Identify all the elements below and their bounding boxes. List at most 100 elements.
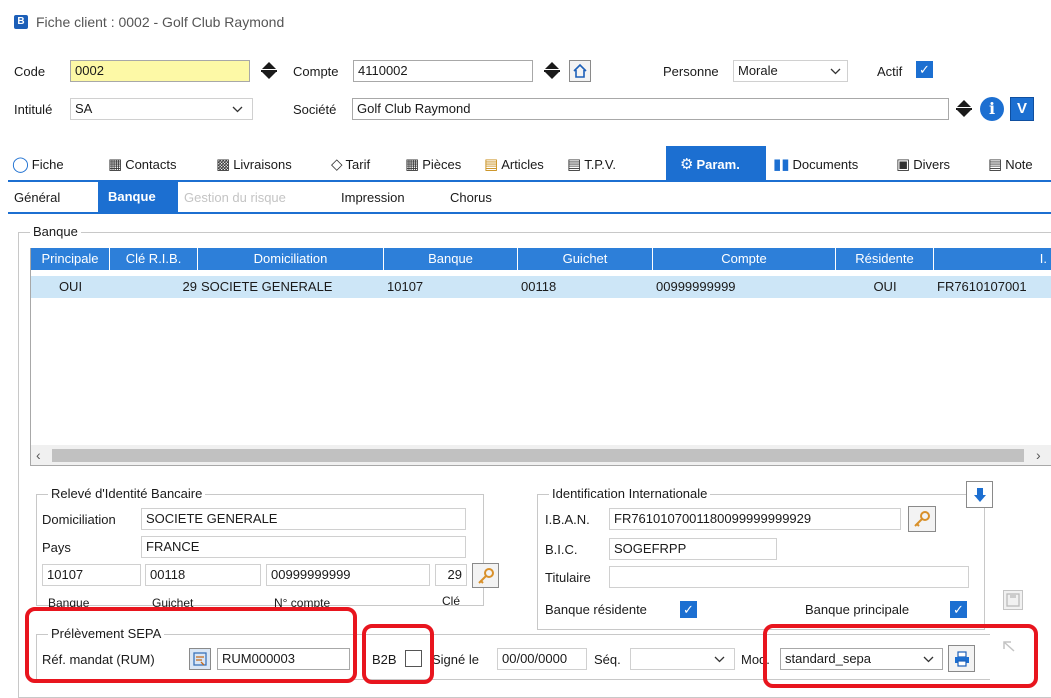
col-iban[interactable]: I. [934,248,1051,270]
tab-tpv-label: T.P.V. [584,156,616,172]
annotation-mod [763,624,1038,688]
cell-banque: 10107 [387,279,424,294]
col-domiciliation[interactable]: Domiciliation [198,248,384,270]
tab-contacts-label: Contacts [125,156,177,172]
scroll-right-icon[interactable]: › [1036,447,1041,463]
intitule-chevron-down-icon[interactable] [232,106,243,113]
subtab-strip-line [8,212,1051,214]
intitule-select[interactable]: SA [70,98,253,120]
info-icon[interactable]: i [980,97,1004,121]
bars-icon: ▮▮ [773,156,790,173]
tab-param[interactable]: ⚙ Param. [680,150,740,178]
tab-livraisons[interactable]: ▩ Livraisons [216,150,292,178]
tag-icon: ◇ [331,156,343,173]
scroll-left-icon[interactable]: ‹ [36,447,41,463]
tab-articles-label: Articles [501,156,544,172]
banque-group-title: Banque [30,224,81,239]
banque-principale-checkbox[interactable]: ✓ [950,601,967,618]
col-guichet[interactable]: Guichet [518,248,653,270]
compte-label: Compte [293,64,339,79]
bic-label: B.I.C. [545,542,578,557]
register-icon: ▤ [567,156,582,173]
cell-compte: 00999999999 [656,279,736,294]
app-icon: B [14,15,28,29]
subtab-banque[interactable]: Banque [108,189,156,204]
gear-icon: ⚙ [680,156,694,173]
tab-contacts[interactable]: ▦ Contacts [108,150,177,178]
titulaire-label: Titulaire [545,570,591,585]
subtab-general[interactable]: Général [14,190,60,205]
subtab-impression[interactable]: Impression [341,190,405,205]
rib-cle-field[interactable]: 29 [435,564,467,586]
bic-field[interactable]: SOGEFRPP [609,538,777,560]
save-icon[interactable] [1003,590,1023,610]
col-cle-rib[interactable]: Clé R.I.B. [110,248,198,270]
tab-tpv[interactable]: ▤ T.P.V. [567,150,616,178]
scroll-thumb[interactable] [52,449,1024,462]
tab-articles[interactable]: ▤ Articles [484,150,544,178]
seq-chevron-down-icon[interactable] [714,656,725,663]
tab-livraisons-label: Livraisons [233,156,292,172]
key-icon[interactable] [472,563,499,588]
code-label: Code [14,64,46,79]
tab-note[interactable]: ▤ Note [988,150,1033,178]
rib-domiciliation-field[interactable]: SOCIETE GENERALE [141,508,466,530]
expand-down-icon[interactable] [966,481,993,508]
home-icon[interactable] [569,60,591,82]
rib-compte-field[interactable]: 00999999999 [266,564,430,586]
tab-tarif[interactable]: ◇ Tarif [331,150,370,178]
tab-divers-label: Divers [913,156,951,172]
col-compte[interactable]: Compte [653,248,836,270]
societe-spin-icon[interactable] [954,98,974,120]
signe-label: Signé le [432,652,479,667]
tab-fiche[interactable]: ◯ Fiche [12,150,64,178]
cell-cle: 29 [182,279,197,294]
iban-field[interactable]: FR7610107001180099999999929 [609,508,901,530]
tab-pieces[interactable]: ▦ Pièces [405,150,461,178]
personne-chevron-down-icon[interactable] [830,68,841,75]
v-icon[interactable]: V [1010,97,1034,121]
rib-pays-label: Pays [42,540,71,555]
banque-principale-label: Banque principale [805,602,910,617]
col-principale[interactable]: Principale [31,248,110,270]
cell-guichet: 00118 [521,279,557,294]
subtab-gestion-risque[interactable]: Gestion du risque [184,190,286,205]
rib-pays-field[interactable]: FRANCE [141,536,466,558]
tab-note-label: Note [1005,156,1033,172]
iban-key-icon[interactable] [908,506,936,532]
tab-documents[interactable]: ▮▮ Documents [773,150,858,178]
banque-residente-label: Banque résidente [545,602,647,617]
tab-param-label: Param. [696,156,740,172]
rib-guichet-field[interactable]: 00118 [145,564,261,586]
titulaire-field[interactable] [609,566,969,588]
annotation-b2b [362,624,434,684]
subtab-chorus[interactable]: Chorus [450,190,492,205]
articles-icon: ▤ [484,156,499,173]
actif-label: Actif [877,64,903,79]
intitule-label: Intitulé [14,102,53,117]
cell-iban: FR7610107001 [937,279,1027,294]
compte-field[interactable]: 4110002 [353,60,533,82]
rib-banque-field[interactable]: 10107 [42,564,141,586]
col-banque[interactable]: Banque [384,248,518,270]
tab-fiche-label: Fiche [31,156,64,172]
tab-documents-label: Documents [792,156,859,172]
rib-cle-label: Clé [442,594,461,608]
societe-label: Société [293,102,337,117]
societe-field[interactable]: Golf Club Raymond [352,98,949,120]
seq-label: Séq. [594,652,621,667]
grid-icon: ▦ [405,156,420,173]
tab-pieces-label: Pièces [422,156,462,172]
iban-label: I.B.A.N. [545,512,590,527]
cell-principale: OUI [58,279,83,294]
compte-spin-icon[interactable] [542,60,562,82]
tab-divers[interactable]: ▣ Divers [896,150,950,178]
col-residente[interactable]: Résidente [836,248,934,270]
actif-checkbox[interactable]: ✓ [916,61,933,78]
banque-residente-checkbox[interactable]: ✓ [680,601,697,618]
code-field[interactable]: 0002 [70,60,250,82]
cell-domiciliation: SOCIETE GENERALE [201,279,333,294]
signe-date-field[interactable]: 00/00/0000 [497,648,587,670]
code-spin-icon[interactable] [259,60,279,82]
personne-label: Personne [663,64,719,79]
